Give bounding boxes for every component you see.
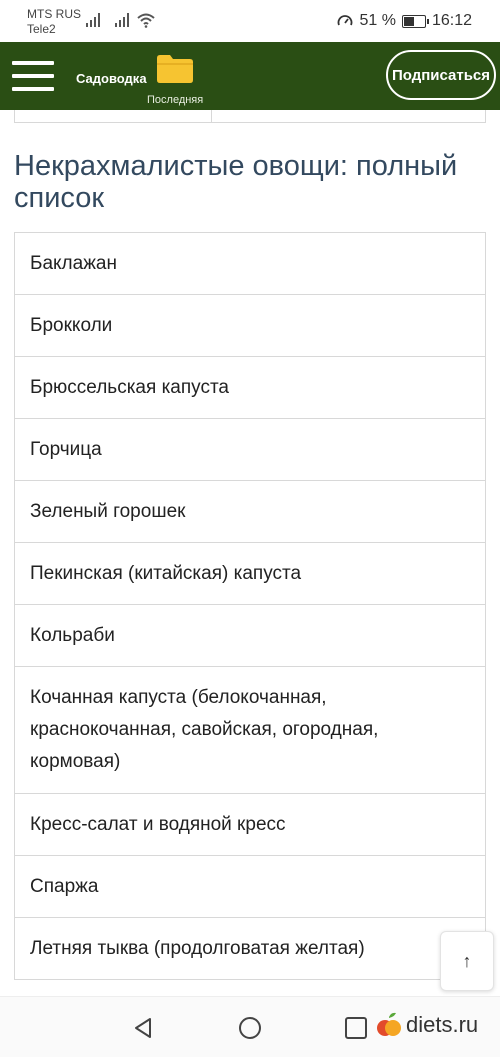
table-cell: Баклажан — [14, 232, 486, 295]
signal-strength-icon-2 — [115, 13, 129, 27]
table-row: Летняя тыква (продолговатая желтая) — [14, 917, 486, 980]
status-bar: MTS RUS Tele2 51 % 16:12 — [0, 0, 500, 42]
speedometer-icon — [338, 15, 353, 26]
table-cell: Пекинская (китайская) капуста — [14, 542, 486, 605]
recents-icon[interactable] — [343, 1015, 369, 1041]
table-divider — [211, 110, 212, 122]
carrier-primary: MTS RUS — [27, 7, 81, 21]
table-row: Брокколи — [14, 294, 486, 357]
status-right: 51 % 16:12 — [337, 12, 472, 30]
folder-icon[interactable] — [155, 52, 195, 84]
menu-line — [12, 87, 54, 91]
signal-strength-icon — [86, 13, 100, 27]
watermark: diets.ru — [376, 1011, 478, 1039]
table-cell: Зеленый горошек — [14, 480, 486, 543]
scroll-top-button[interactable]: ↑ — [440, 931, 494, 991]
table-cell: Летняя тыква (продолговатая желтая) — [14, 917, 486, 980]
arrow-up-icon: ↑ — [462, 950, 472, 971]
previous-table-edge — [14, 110, 486, 123]
table-cell: Брокколи — [14, 294, 486, 357]
system-nav-bar: diets.ru — [0, 996, 500, 1057]
menu-line — [12, 61, 54, 65]
battery-fill — [403, 16, 414, 26]
table-cell: Горчица — [14, 418, 486, 481]
table-row: Горчица — [14, 418, 486, 481]
table-cell: Спаржа — [14, 855, 486, 918]
table-cell: Кольраби — [14, 604, 486, 667]
fruit-logo-icon — [377, 1012, 401, 1036]
clock: 16:12 — [431, 12, 472, 29]
site-title[interactable]: Садоводка — [76, 71, 147, 86]
folder-label: Последняя — [147, 94, 204, 106]
table-row: Зеленый горошек — [14, 480, 486, 543]
table-row: Брюссельская капуста — [14, 356, 486, 419]
back-icon[interactable] — [130, 1015, 156, 1041]
menu-button[interactable] — [12, 61, 56, 91]
table-cell: Кочанная капуста (белокочанная, красноко… — [14, 666, 486, 794]
section-heading: Некрахмалистые овощи: полный список — [14, 150, 458, 214]
table-row: Кресс-салат и водяной кресс — [14, 793, 486, 856]
table-cell: Брюссельская капуста — [14, 356, 486, 419]
table-row: Баклажан — [14, 232, 486, 295]
battery-icon — [401, 14, 429, 28]
menu-line — [12, 74, 54, 78]
table-row: Пекинская (китайская) капуста — [14, 542, 486, 605]
wifi-icon — [137, 13, 155, 28]
carrier-secondary: Tele2 — [27, 22, 56, 36]
table-cell: Кресс-салат и водяной кресс — [14, 793, 486, 856]
battery-percent: 51 % — [359, 12, 396, 29]
table-row: Кочанная капуста (белокочанная, красноко… — [14, 666, 486, 794]
home-icon[interactable] — [237, 1015, 263, 1041]
subscribe-button[interactable]: Подписаться — [386, 50, 496, 100]
table-row: Спаржа — [14, 855, 486, 918]
watermark-text: diets.ru — [406, 1012, 479, 1037]
vegetable-table: Баклажан Брокколи Брюссельская капуста Г… — [14, 232, 486, 980]
table-row: Кольраби — [14, 604, 486, 667]
app-header: Садоводка Последняя Подписаться — [0, 42, 500, 110]
